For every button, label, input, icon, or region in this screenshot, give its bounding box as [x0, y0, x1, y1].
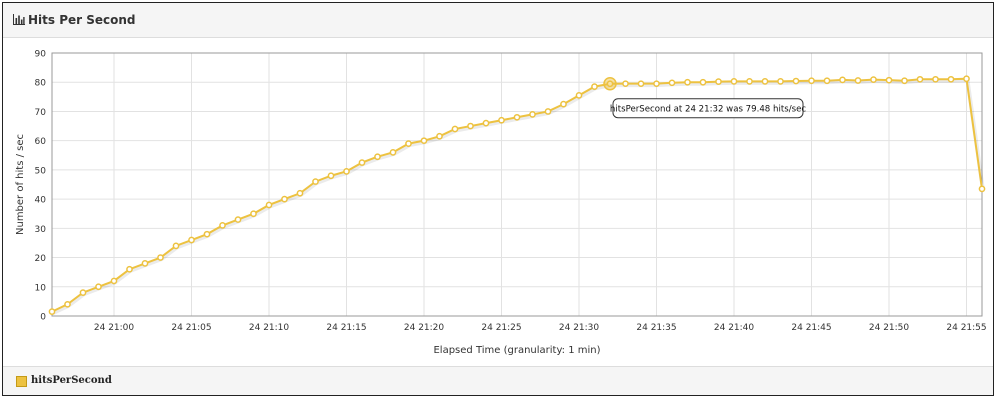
data-point[interactable] — [529, 111, 536, 118]
data-point[interactable] — [420, 137, 428, 145]
data-point[interactable] — [482, 119, 490, 127]
x-tick-label: 24 21:15 — [326, 323, 366, 333]
data-point[interactable] — [699, 78, 707, 86]
data-point[interactable] — [575, 92, 583, 99]
y-tick-label: 20 — [35, 254, 47, 264]
y-tick-label: 50 — [35, 166, 47, 176]
x-tick-label: 24 21:25 — [481, 323, 521, 333]
data-point[interactable] — [64, 300, 71, 308]
data-point[interactable] — [312, 178, 319, 185]
data-point[interactable] — [668, 79, 676, 87]
data-point[interactable] — [126, 265, 133, 273]
data-point[interactable] — [916, 75, 924, 83]
data-point[interactable] — [265, 201, 273, 209]
data-point[interactable] — [901, 77, 908, 85]
data-point[interactable] — [343, 168, 350, 175]
x-tick-label: 24 21:50 — [869, 323, 910, 333]
panel-header: Hits Per Second — [3, 3, 993, 38]
data-point[interactable] — [296, 189, 304, 197]
data-point[interactable] — [281, 195, 288, 203]
data-point[interactable] — [389, 149, 397, 156]
highlight-point[interactable] — [603, 76, 617, 91]
data-point[interactable] — [79, 289, 87, 296]
y-tick-labels: 0 10 20 30 40 50 60 70 80 90 — [35, 50, 47, 323]
data-point[interactable] — [885, 76, 893, 84]
data-point[interactable] — [498, 116, 505, 124]
data-point[interactable] — [172, 242, 180, 250]
data-point[interactable] — [405, 140, 412, 147]
x-tick-label: 24 21:10 — [249, 323, 290, 333]
x-tick-label: 24 21:20 — [404, 323, 445, 333]
x-tick-label: 24 21:45 — [791, 323, 831, 333]
data-point[interactable] — [823, 77, 831, 85]
x-axis-label: Elapsed Time (granularity: 1 min) — [433, 345, 600, 356]
data-point[interactable] — [839, 76, 846, 84]
data-point[interactable] — [746, 77, 753, 85]
data-point[interactable] — [188, 236, 195, 244]
chart-area: 0 10 20 30 40 50 60 70 80 90 24 21:00 24 21:05 24 2… — [3, 38, 995, 368]
data-point[interactable] — [327, 172, 335, 180]
legend-swatch — [16, 376, 27, 387]
x-tick-label: 24 21:05 — [171, 323, 211, 333]
data-point[interactable] — [157, 254, 164, 261]
x-tick-label: 24 21:30 — [559, 323, 600, 333]
x-tick-label: 24 21:40 — [714, 323, 755, 333]
data-point[interactable] — [637, 80, 645, 88]
data-point[interactable] — [792, 77, 800, 85]
data-point[interactable] — [203, 230, 211, 238]
data-point[interactable] — [95, 283, 102, 291]
hits-per-second-chart: 0102030405060708090 24 21:00 24 21:05 24 2… — [15, 50, 987, 357]
data-point[interactable] — [234, 216, 242, 223]
x-tick-label: 24 21:55 — [946, 323, 986, 333]
data-point[interactable] — [250, 210, 257, 218]
y-tick-label: 0 — [40, 313, 46, 323]
data-point[interactable] — [854, 77, 862, 84]
data-point[interactable] — [48, 308, 56, 315]
data-point[interactable] — [467, 122, 474, 130]
y-tick-label: 60 — [35, 137, 47, 147]
legend: hitsPerSecond — [3, 366, 993, 395]
x-tick-label: 24 21:35 — [636, 323, 676, 333]
data-point[interactable] — [653, 80, 660, 88]
y-tick-label: 40 — [35, 196, 47, 206]
data-point[interactable] — [808, 77, 815, 85]
y-tick-label: 30 — [35, 225, 47, 235]
data-point[interactable] — [110, 277, 118, 285]
data-point[interactable] — [513, 113, 521, 121]
y-tick-label: 80 — [35, 79, 47, 89]
y-tick-label: 10 — [35, 283, 47, 293]
data-point[interactable] — [730, 77, 738, 85]
bar-chart-icon — [13, 14, 25, 25]
data-point[interactable] — [715, 78, 722, 85]
grid-layer — [52, 52, 982, 317]
data-point[interactable] — [777, 77, 784, 85]
data-point[interactable] — [978, 185, 986, 193]
data-point[interactable] — [436, 132, 443, 140]
data-point[interactable] — [544, 108, 552, 115]
data-point[interactable] — [947, 75, 955, 83]
data-point[interactable] — [451, 125, 459, 133]
data-point[interactable] — [684, 78, 691, 86]
data-point[interactable] — [963, 75, 970, 83]
data-point[interactable] — [358, 159, 366, 166]
panel-title: Hits Per Second — [28, 13, 136, 27]
data-point[interactable] — [932, 75, 939, 83]
x-tick-labels: 24 21:00 24 21:05 24 21:10 24 21:15 24 21:20… — [94, 323, 987, 333]
data-point[interactable] — [219, 222, 226, 229]
data-point[interactable] — [374, 153, 381, 161]
chart-panel: Hits Per Second 0 10 20 30 40 50 60 70 80 90 24 2… — [2, 2, 994, 396]
y-tick-label: 70 — [35, 108, 47, 118]
y-tick-label: 90 — [35, 50, 47, 60]
tooltip-text: hitsPerSecond at 24 21:32 was 79.48 hits… — [610, 105, 806, 115]
legend-label[interactable]: hitsPerSecond — [31, 375, 112, 386]
data-point[interactable] — [560, 100, 567, 108]
data-point[interactable] — [870, 76, 877, 83]
data-point[interactable] — [141, 260, 149, 267]
data-point[interactable] — [761, 77, 769, 85]
data-point[interactable] — [591, 83, 598, 90]
y-axis-label: Number of hits / sec — [15, 134, 26, 235]
data-point[interactable] — [622, 80, 629, 88]
x-tick-label: 24 21:00 — [94, 323, 135, 333]
